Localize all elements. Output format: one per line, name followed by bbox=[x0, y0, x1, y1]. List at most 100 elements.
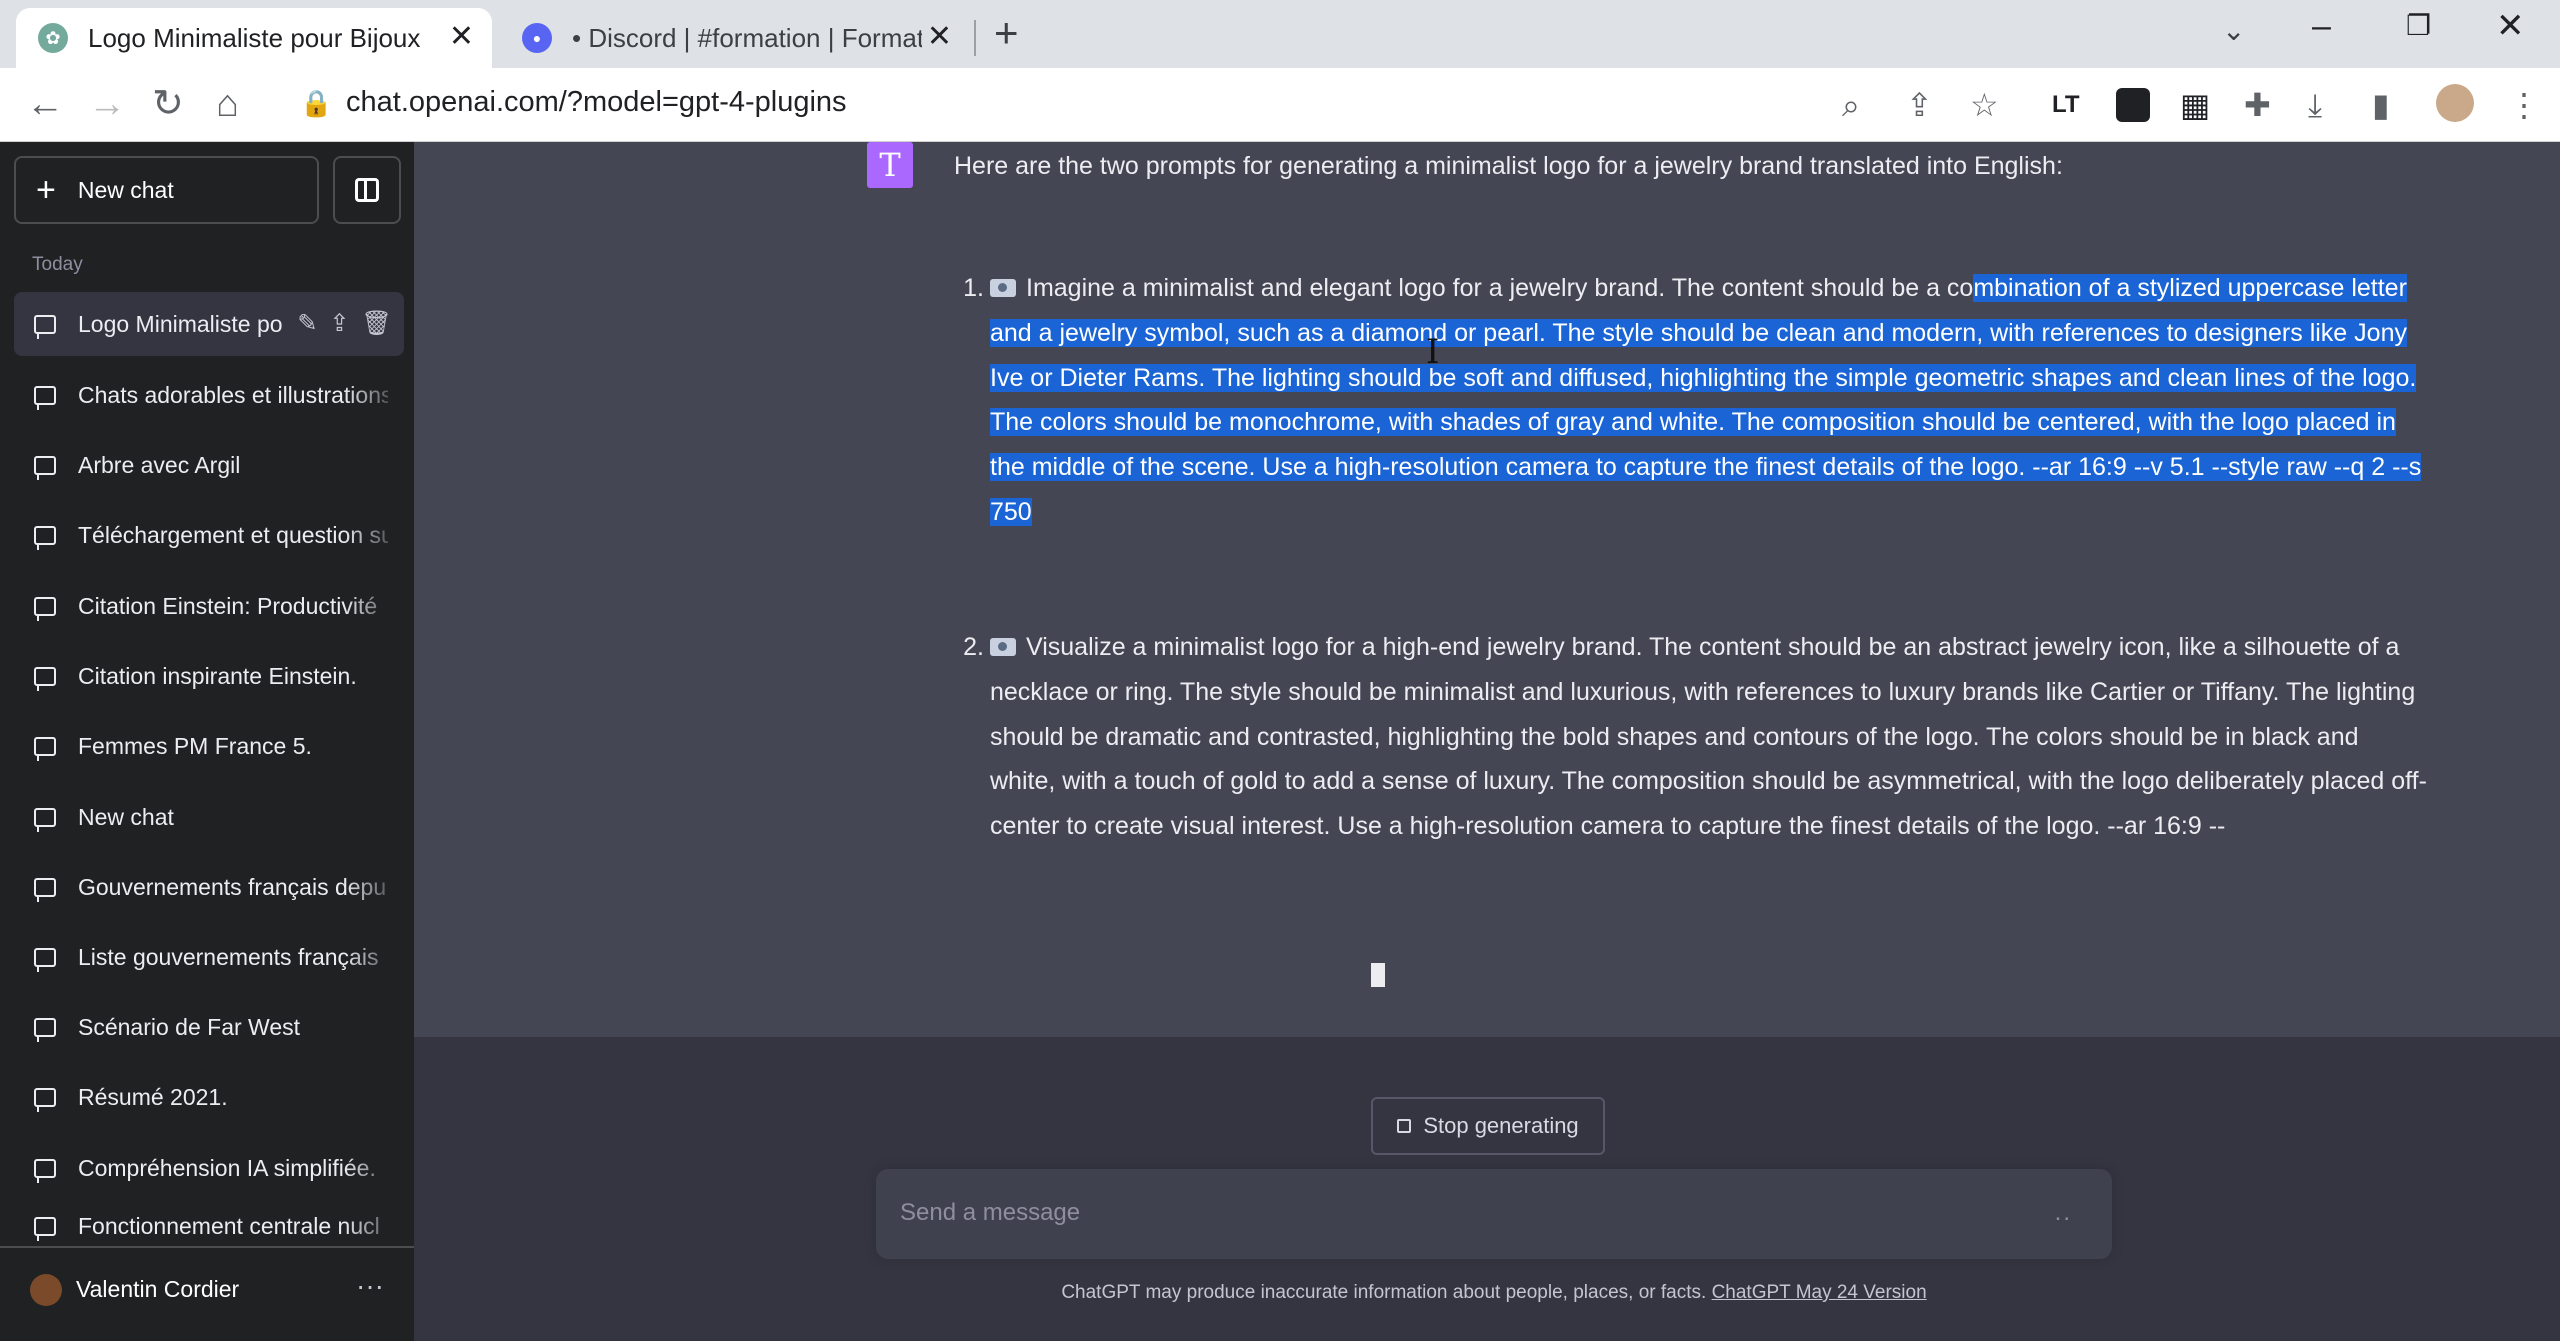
chat-history-item[interactable]: Femmes PM France 5. bbox=[14, 714, 404, 778]
camera-icon bbox=[990, 279, 1016, 297]
chat-history-item[interactable]: Fonctionnement centrale nucl bbox=[14, 1206, 404, 1246]
user-name: Valentin Cordier bbox=[76, 1276, 240, 1302]
window-close-button[interactable]: ✕ bbox=[2496, 6, 2525, 46]
chat-history-item[interactable]: Résumé 2021. bbox=[14, 1065, 404, 1129]
chat-history-item[interactable]: Chats adorables et illustrations bbox=[14, 363, 404, 427]
chat-bubble-icon bbox=[34, 877, 56, 902]
item-text: Visualize a minimalist logo for a high-e… bbox=[990, 633, 2427, 841]
stop-generating-button[interactable]: Stop generating bbox=[1371, 1097, 1605, 1155]
version-link[interactable]: ChatGPT May 24 Version bbox=[1712, 1282, 1927, 1303]
browser-toolbar: ← → ↻ ⌂ 🔒 chat.openai.com/?model=gpt-4-p… bbox=[0, 68, 2560, 142]
profile-avatar[interactable] bbox=[2436, 84, 2474, 122]
send-button[interactable]: .. bbox=[2055, 1199, 2072, 1227]
assistant-message: T Here are the two prompts for generatin… bbox=[414, 142, 2560, 1037]
new-chat-button[interactable]: + New chat bbox=[14, 156, 319, 224]
chat-bubble-icon bbox=[34, 1158, 56, 1183]
chatgpt-extension-icon[interactable] bbox=[2116, 88, 2150, 122]
selected-text: mbination of a stylized uppercase letter… bbox=[990, 274, 2422, 526]
disclaimer: ChatGPT may produce inaccurate informati… bbox=[414, 1282, 2560, 1304]
chat-history-item[interactable]: Logo Minimaliste po ✎ ⇪ 🗑 bbox=[14, 292, 404, 356]
tab-search-icon[interactable]: ⌄ bbox=[2222, 14, 2245, 47]
chat-history-item[interactable]: Gouvernements français depu bbox=[14, 855, 404, 919]
close-tab-icon[interactable]: ✕ bbox=[927, 22, 952, 52]
list-number: 2. bbox=[963, 633, 984, 661]
chat-history-item[interactable]: Arbre avec Argil bbox=[14, 433, 404, 497]
home-icon[interactable]: ⌂ bbox=[216, 82, 239, 126]
more-menu-icon[interactable]: ⋮ bbox=[2508, 86, 2540, 124]
message-intro: Here are the two prompts for generating … bbox=[954, 152, 2063, 180]
new-chat-label: New chat bbox=[77, 176, 174, 203]
tab-chatgpt[interactable]: ✿ Logo Minimaliste pour Bijoux ✕ bbox=[16, 8, 492, 68]
chat-main: T Here are the two prompts for generatin… bbox=[414, 142, 2560, 1341]
item-text: Imagine a minimalist and elegant logo fo… bbox=[1026, 274, 1974, 302]
forward-arrow-icon[interactable]: → bbox=[88, 82, 126, 126]
lock-icon[interactable]: 🔒 bbox=[300, 88, 332, 119]
user-menu[interactable]: Valentin Cordier ··· bbox=[0, 1246, 414, 1341]
new-tab-button[interactable]: + bbox=[994, 12, 1019, 54]
tab-title: Logo Minimaliste pour Bijoux bbox=[88, 22, 421, 53]
languagetool-icon[interactable]: LT bbox=[2052, 86, 2080, 124]
chat-title: Gouvernements français depu bbox=[78, 873, 387, 900]
tab-discord[interactable]: ● • Discord | #formation | Formatio ✕ bbox=[500, 8, 970, 68]
share-icon[interactable]: ⇪ bbox=[1906, 86, 1933, 124]
trash-icon[interactable]: 🗑 bbox=[362, 310, 392, 338]
chat-title: Liste gouvernements français bbox=[78, 943, 379, 970]
message-input[interactable]: Send a message .. bbox=[876, 1169, 2112, 1259]
edit-icon[interactable]: ✎ bbox=[297, 310, 317, 338]
section-label-today: Today bbox=[32, 254, 83, 275]
discord-icon: ● bbox=[522, 23, 552, 53]
chat-history-item[interactable]: Compréhension IA simplifiée. bbox=[14, 1136, 404, 1200]
chat-title: Citation inspirante Einstein. bbox=[78, 662, 357, 689]
grid-extension-icon[interactable]: ▦ bbox=[2180, 86, 2210, 124]
bookmark-star-icon[interactable]: ☆ bbox=[1970, 86, 1999, 124]
minimize-button[interactable]: – bbox=[2312, 6, 2331, 46]
reload-icon[interactable]: ↻ bbox=[152, 82, 184, 126]
chat-title: Citation Einstein: Productivité bbox=[78, 592, 378, 619]
chat-history-item[interactable]: Citation Einstein: Productivité bbox=[14, 574, 404, 638]
chat-bubble-icon bbox=[34, 736, 56, 761]
disclaimer-text: ChatGPT may produce inaccurate informati… bbox=[1061, 1282, 1707, 1303]
tab-divider bbox=[974, 20, 976, 56]
share-icon[interactable]: ⇪ bbox=[329, 310, 349, 338]
chat-history-item[interactable]: Liste gouvernements français bbox=[14, 925, 404, 989]
chat-title: Résumé 2021. bbox=[78, 1083, 228, 1110]
chat-bubble-icon bbox=[34, 947, 56, 972]
chat-title: Compréhension IA simplifiée. bbox=[78, 1154, 376, 1181]
chat-history-item[interactable]: Citation inspirante Einstein. bbox=[14, 644, 404, 708]
chat-bubble-icon bbox=[34, 525, 56, 550]
more-options-icon[interactable]: ··· bbox=[356, 1270, 384, 1302]
chat-title: Arbre avec Argil bbox=[78, 451, 241, 478]
tab-bar: ✿ Logo Minimaliste pour Bijoux ✕ ● • Dis… bbox=[0, 0, 2560, 68]
chat-title: Scénario de Far West bbox=[78, 1013, 301, 1040]
hide-sidebar-button[interactable] bbox=[333, 156, 401, 224]
chat-history-item[interactable]: Téléchargement et question su bbox=[14, 503, 404, 567]
stop-label: Stop generating bbox=[1423, 1113, 1579, 1138]
chat-title: Téléchargement et question su bbox=[78, 521, 388, 548]
chat-bubble-icon bbox=[34, 807, 56, 832]
openai-icon: ✿ bbox=[38, 23, 68, 53]
chat-title: New chat bbox=[78, 803, 174, 830]
chat-bubble-icon bbox=[34, 455, 56, 480]
user-avatar bbox=[30, 1274, 62, 1306]
chat-bubble-icon bbox=[34, 666, 56, 691]
chat-bubble-icon bbox=[34, 1017, 56, 1042]
restore-button[interactable]: ❐ bbox=[2406, 6, 2431, 46]
chat-bubble-icon bbox=[34, 1087, 56, 1112]
side-panel-icon[interactable]: ▮ bbox=[2372, 86, 2390, 124]
tab-title: • Discord | #formation | Formatio bbox=[572, 22, 922, 53]
zoom-icon[interactable]: ⌕ bbox=[1842, 86, 1860, 124]
back-arrow-icon[interactable]: ← bbox=[26, 82, 64, 126]
chat-history-item[interactable]: Scénario de Far West bbox=[14, 995, 404, 1059]
chat-title: Logo Minimaliste po bbox=[78, 310, 283, 337]
chat-bubble-icon bbox=[34, 314, 56, 339]
url-text[interactable]: chat.openai.com/?model=gpt-4-plugins bbox=[346, 86, 847, 119]
typing-cursor bbox=[1371, 963, 1385, 987]
list-number: 1. bbox=[963, 274, 984, 302]
plus-icon: + bbox=[36, 171, 56, 209]
close-tab-icon[interactable]: ✕ bbox=[449, 22, 474, 52]
download-icon[interactable]: ⤓ bbox=[2308, 86, 2322, 124]
extensions-puzzle-icon[interactable]: ✚ bbox=[2244, 86, 2271, 124]
camera-icon bbox=[990, 638, 1016, 656]
chat-history-item[interactable]: New chat bbox=[14, 785, 404, 849]
list-item: 1. Imagine a minimalist and elegant logo… bbox=[963, 266, 2430, 535]
